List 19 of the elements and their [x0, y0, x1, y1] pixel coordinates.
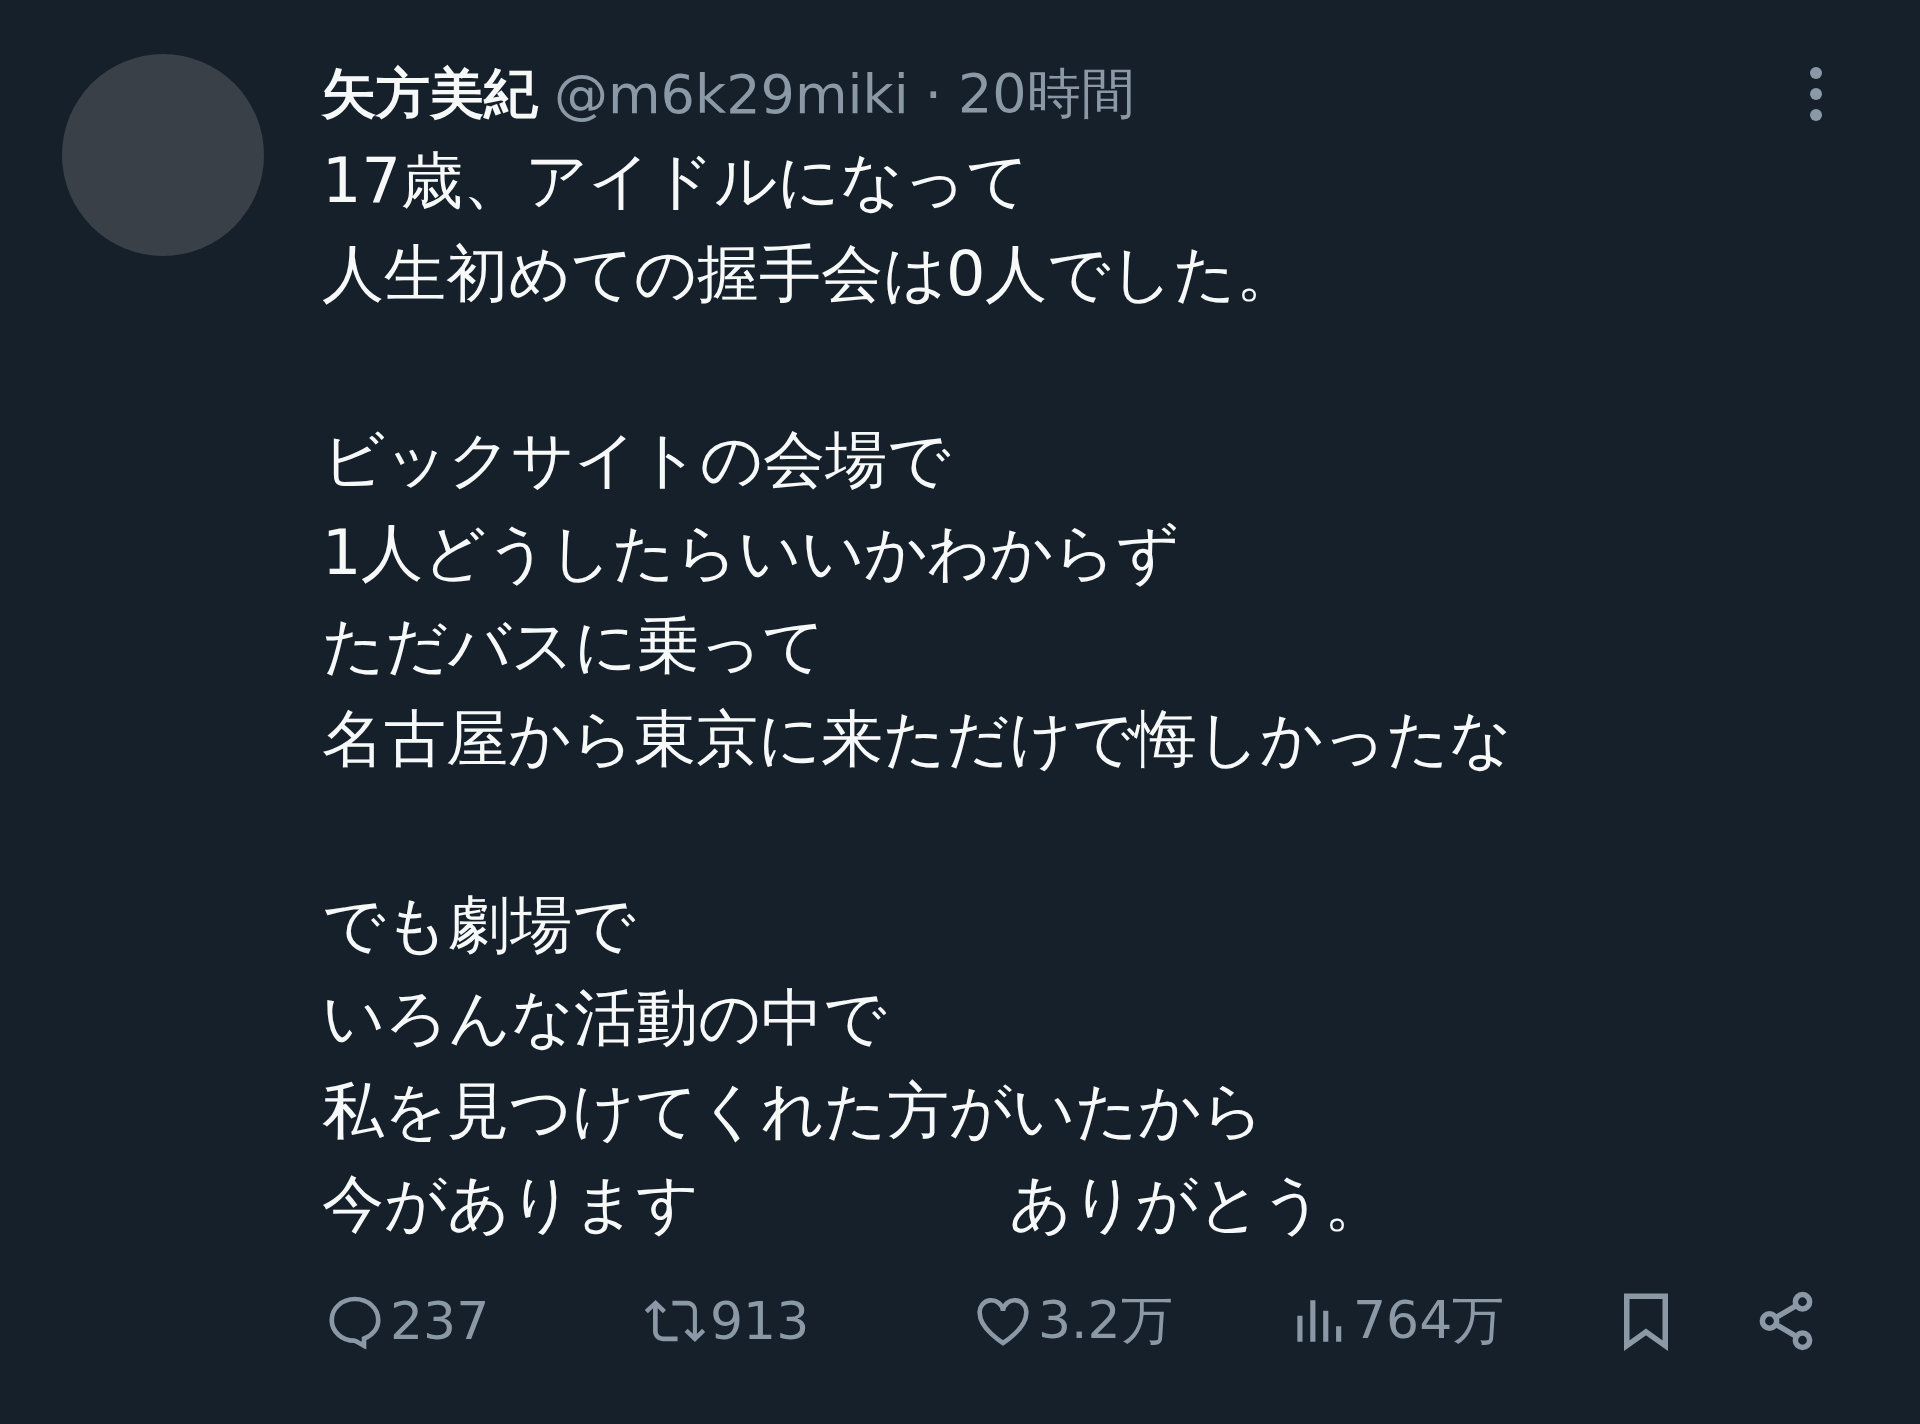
post-text-line: 今があります ありがとう。 — [322, 1166, 1386, 1242]
author-name[interactable]: 矢方美紀 — [322, 57, 538, 131]
post-text-line: 17歳、アイドルになって — [322, 143, 1029, 219]
like-button[interactable]: 3.2万 — [972, 1286, 1173, 1356]
repost-button[interactable]: 913 — [644, 1290, 810, 1352]
post-text-line: 私を見つけてくれた方がいたから — [322, 1073, 1264, 1149]
post-text-line: 人生初めての握手会は0人でした。 — [322, 236, 1299, 312]
more-options-icon[interactable] — [1810, 67, 1822, 121]
post-text-line: でも劇場で — [322, 887, 635, 963]
post-text-line: ビックサイトの会場で — [322, 422, 950, 498]
post-text-line: いろんな活動の中で — [322, 980, 886, 1056]
separator-dot: · — [924, 62, 942, 126]
post-text-line: ただバスに乗って — [322, 608, 825, 684]
post-text-line: 名古屋から東京に来ただけで悔しかったな — [322, 701, 1512, 777]
post-text-line: 1人どうしたらいいかわからず — [322, 515, 1180, 591]
author-handle[interactable]: @m6k29miki — [554, 62, 909, 126]
reply-button[interactable]: 237 — [324, 1290, 490, 1352]
post-time[interactable]: 20時間 — [958, 57, 1135, 131]
views-button[interactable]: 764万 — [1287, 1286, 1505, 1356]
